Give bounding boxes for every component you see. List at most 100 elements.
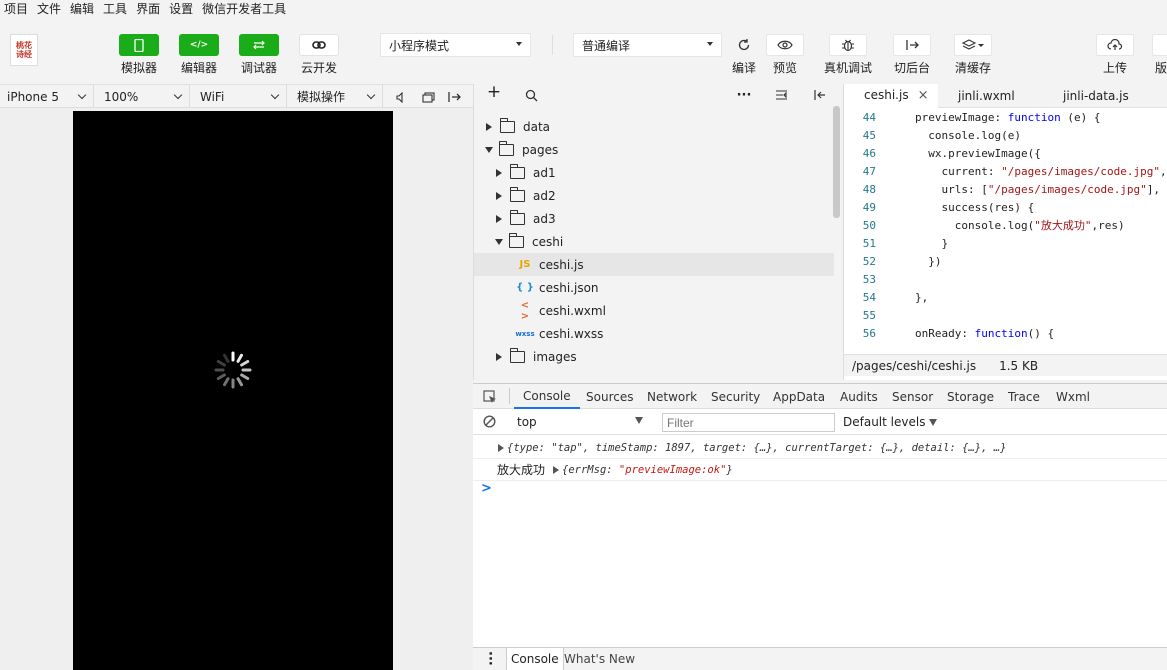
tree-item-ceshi[interactable]: ceshi [474, 230, 834, 253]
code-line: } [915, 237, 949, 250]
console-output: {type: "tap", timeStamp: 1897, target: {… [473, 435, 1167, 647]
tree-item-ceshi-json[interactable]: { } ceshi.json [474, 276, 834, 299]
tab-jinli-data-js[interactable]: jinli-data.js [1063, 84, 1129, 108]
inspect-element-icon[interactable] [483, 390, 497, 407]
divider [509, 388, 510, 404]
cloud-dev-button[interactable]: 云开发 [295, 34, 343, 76]
menu-project[interactable]: 项目 [0, 0, 33, 18]
compile-button[interactable]: 编译 [725, 34, 763, 76]
log-object: {errMsg: "previewImage:ok"} [562, 463, 733, 476]
log-message: 放大成功 [497, 463, 546, 477]
folder-icon [509, 186, 525, 202]
more-icon[interactable]: ··· [736, 87, 752, 103]
tab-network[interactable]: Network [647, 384, 697, 409]
explorer-scrollbar[interactable] [833, 106, 840, 218]
menu-settings[interactable]: 设置 [165, 0, 198, 18]
link-icon [299, 34, 339, 56]
zoom-select[interactable]: 100% [94, 85, 190, 108]
console-filter-input[interactable] [662, 413, 835, 432]
tree-item-label: ad3 [533, 211, 556, 226]
tab-audits[interactable]: Audits [840, 384, 878, 409]
close-icon[interactable]: × [918, 88, 929, 103]
tab-sensor[interactable]: Sensor [892, 384, 933, 409]
code-line: wx.previewImage({ [915, 147, 1041, 160]
switch-background-button[interactable]: 切后台 [893, 34, 931, 76]
menu-wechat-devtools[interactable]: 微信开发者工具 [198, 0, 291, 18]
tree-item-ceshi-wxml[interactable]: < > ceshi.wxml [474, 299, 834, 322]
tree-item-data[interactable]: data [474, 115, 834, 138]
menu-view[interactable]: 界面 [132, 0, 165, 18]
tab-ceshi-js[interactable]: ceshi.js × [844, 84, 938, 108]
folder-icon [509, 209, 525, 225]
project-avatar[interactable]: 桃花诗经 [10, 34, 38, 66]
volume-icon[interactable] [393, 89, 409, 105]
line-number: 52 [862, 255, 876, 268]
tab-console[interactable]: Console [514, 384, 580, 409]
sidebar-toggle-icon[interactable] [811, 87, 827, 103]
simulator-toolbar: iPhone 5 100% WiFi 模拟操作 [0, 84, 473, 108]
console-log-entry[interactable]: 放大成功 {errMsg: "previewImage:ok"} [473, 459, 1167, 481]
editor-button[interactable]: </> 编辑器 [175, 34, 223, 76]
line-number: 48 [862, 183, 876, 196]
collapse-icon[interactable] [773, 87, 789, 103]
line-number: 44 [862, 111, 876, 124]
tree-item-ad3[interactable]: ad3 [474, 207, 834, 230]
menu-tools[interactable]: 工具 [99, 0, 132, 18]
code-editor: ceshi.js × jinli.wxml jinli-data.js 44 pr… [843, 84, 1167, 380]
expand-arrow-icon[interactable] [498, 443, 504, 452]
code-area[interactable]: 44 previewImage: function (e) { 45 consol… [844, 108, 1167, 354]
window-icon[interactable] [420, 89, 436, 105]
bug-icon [829, 34, 867, 56]
line-number: 53 [862, 273, 876, 286]
tree-item-images[interactable]: images [474, 345, 834, 368]
clear-cache-button[interactable]: 清缓存 [954, 34, 992, 76]
simulator-button[interactable]: 模拟器 [115, 34, 163, 76]
tab-security[interactable]: Security [711, 384, 760, 409]
mode-select-value: 小程序模式 [389, 38, 450, 53]
real-device-debug-button[interactable]: 真机调试 [824, 34, 872, 76]
line-number: 49 [862, 201, 876, 214]
console-prompt-icon[interactable]: > [481, 481, 492, 496]
search-icon[interactable] [523, 87, 539, 103]
tree-item-ad1[interactable]: ad1 [474, 161, 834, 184]
logo-text: 桃花诗经 [16, 41, 32, 59]
folder-icon [499, 117, 515, 133]
preview-button[interactable]: 预览 [766, 34, 804, 76]
device-select[interactable]: iPhone 5 [0, 85, 94, 108]
tab-appdata[interactable]: AppData [773, 384, 825, 409]
menu-file[interactable]: 文件 [33, 0, 66, 18]
console-log-entry[interactable]: {type: "tap", timeStamp: 1897, target: {… [473, 437, 1167, 459]
network-select[interactable]: WiFi [190, 85, 287, 108]
tree-item-pages[interactable]: pages [474, 138, 834, 161]
tab-trace[interactable]: Trace [1008, 384, 1040, 409]
tab-sources[interactable]: Sources [586, 384, 633, 409]
chevron-down-icon [270, 90, 280, 100]
clear-console-icon[interactable] [483, 415, 496, 431]
phone-screen[interactable] [73, 111, 393, 670]
drawer-tab-console[interactable]: Console [506, 648, 564, 670]
version-button[interactable]: 版 [1152, 34, 1167, 76]
compile-mode-select[interactable]: 普通编译 [573, 33, 722, 57]
tree-item-ceshi-js[interactable]: JS ceshi.js [474, 253, 834, 276]
context-select[interactable]: top [509, 413, 649, 431]
log-levels-select[interactable]: Default levels [843, 413, 938, 431]
tab-jinli-wxml[interactable]: jinli.wxml [958, 84, 1015, 108]
editor-label: 编辑器 [180, 61, 217, 75]
line-number: 51 [862, 237, 876, 250]
expand-arrow-icon[interactable] [553, 465, 560, 474]
tree-item-ad2[interactable]: ad2 [474, 184, 834, 207]
code-line: }) [915, 255, 942, 268]
detach-icon[interactable] [446, 89, 462, 105]
debugger-button[interactable]: 调试器 [235, 34, 283, 76]
tree-item-ceshi-wxss[interactable]: wxss ceshi.wxss [474, 322, 834, 345]
tab-wxml[interactable]: Wxml [1056, 384, 1090, 409]
add-icon[interactable]: + [486, 82, 502, 102]
drawer-tab-whats-new[interactable]: What's New [564, 648, 635, 670]
drawer-menu-icon[interactable]: ··· [482, 651, 497, 666]
menu-edit[interactable]: 编辑 [66, 0, 99, 18]
tab-storage[interactable]: Storage [947, 384, 994, 409]
upload-button[interactable]: 上传 [1096, 34, 1134, 76]
mode-select[interactable]: 小程序模式 [380, 33, 531, 57]
simulate-action-select[interactable]: 模拟操作 [287, 85, 383, 108]
console-toolbar: top Default levels [473, 409, 1167, 435]
